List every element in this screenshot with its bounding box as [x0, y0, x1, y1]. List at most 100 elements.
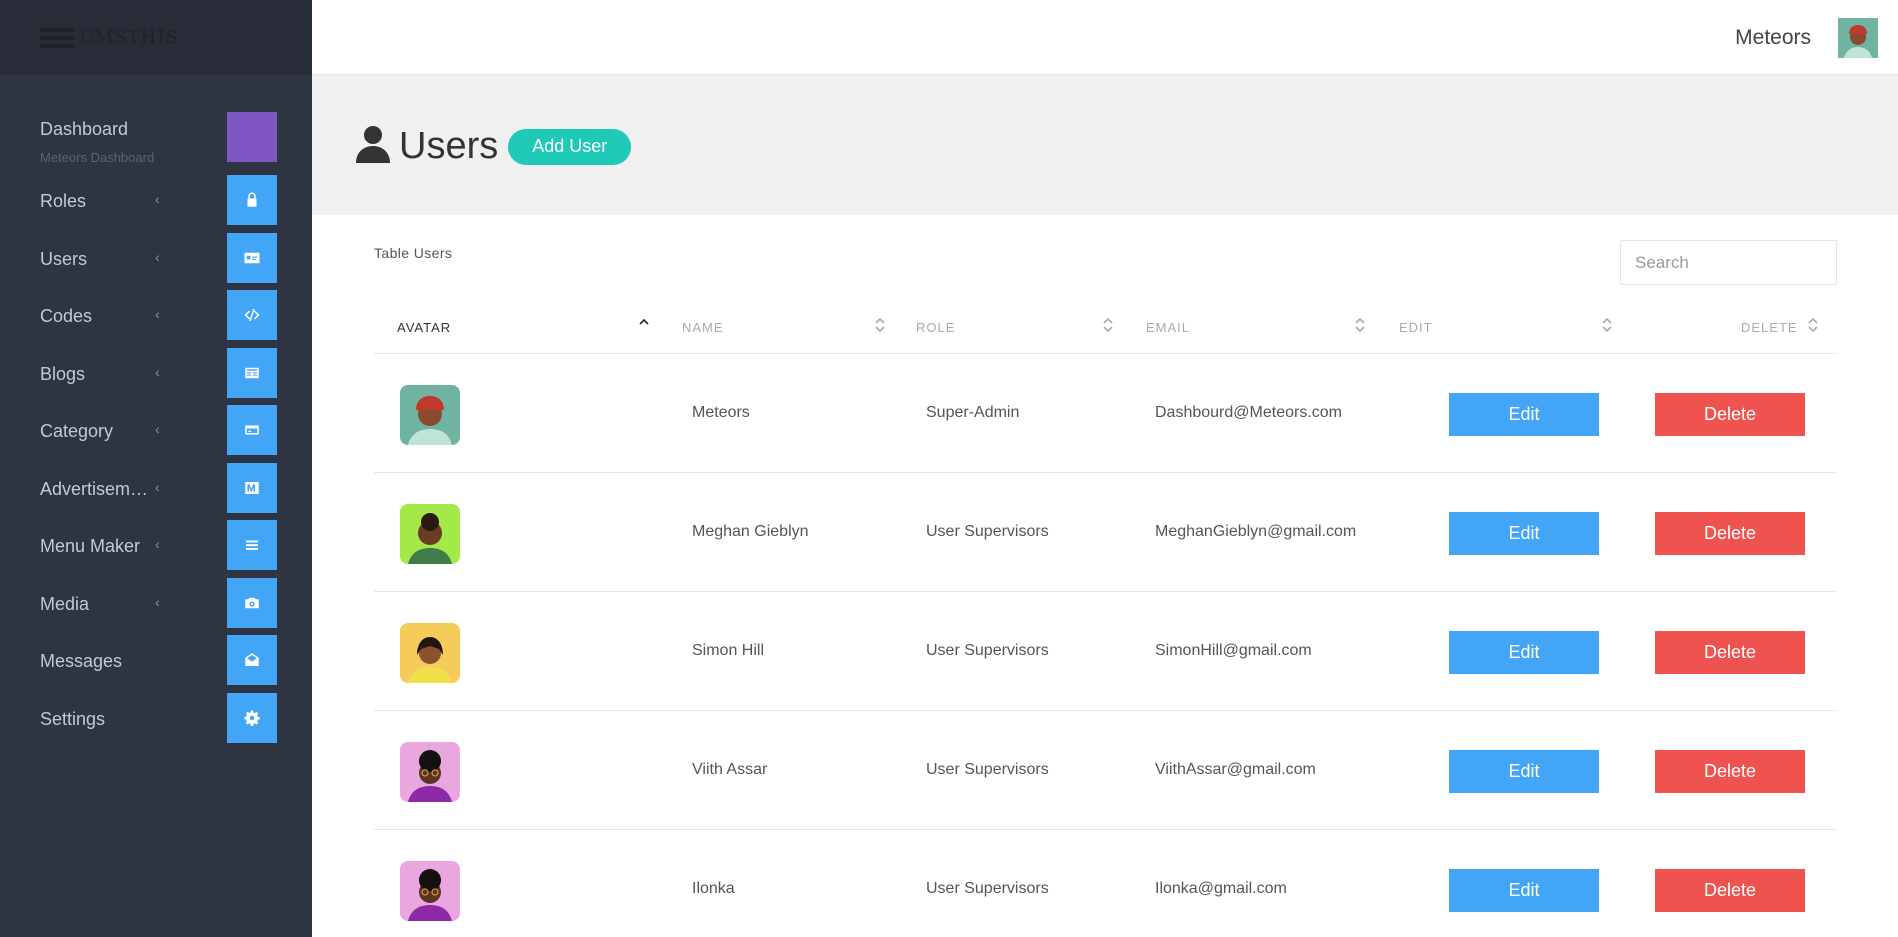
- user-email: SimonHill@gmail.com: [1155, 642, 1312, 659]
- chevron-left-icon: ‹: [155, 594, 160, 610]
- table-header: Avatar Name Role Email Edit Delete: [374, 310, 1837, 354]
- user-role: User Supervisors: [926, 523, 1049, 540]
- page-title-wrap: Users Add User: [356, 125, 632, 168]
- sidebar-item-settings[interactable]: Settings: [0, 693, 312, 743]
- chevron-left-icon: ‹: [155, 249, 160, 265]
- table-row: Ilonka User Supervisors Ilonka@gmail.com…: [374, 831, 1837, 937]
- delete-button[interactable]: Delete: [1655, 631, 1805, 674]
- user-icon: [356, 125, 390, 168]
- table-row: Meghan Gieblyn User Supervisors MeghanGi…: [374, 474, 1837, 592]
- sidebar-item-menu-maker[interactable]: Menu Maker ‹: [0, 520, 312, 570]
- delete-button[interactable]: Delete: [1655, 512, 1805, 555]
- envelope-icon: [227, 635, 277, 685]
- table-label: Table Users: [374, 245, 453, 261]
- delete-button[interactable]: Delete: [1655, 869, 1805, 912]
- sort-icon[interactable]: [1102, 316, 1114, 334]
- id-card-icon: [227, 233, 277, 283]
- chevron-left-icon: ‹: [155, 306, 160, 322]
- card-icon: [227, 405, 277, 455]
- sidebar-item-label: Messages: [40, 651, 123, 671]
- menu-icon: [227, 520, 277, 570]
- sidebar-item-label: Users: [40, 249, 88, 269]
- user-email: ViithAssar@gmail.com: [1155, 761, 1316, 778]
- avatar: [400, 385, 460, 445]
- avatar: [400, 623, 460, 683]
- column-header-edit[interactable]: Edit: [1399, 320, 1433, 335]
- sidebar-item-label: Blogs: [40, 364, 86, 384]
- gear-icon: [227, 693, 277, 743]
- chevron-left-icon: ‹: [155, 191, 160, 207]
- sidebar-item-label: Settings: [40, 709, 106, 729]
- delete-button[interactable]: Delete: [1655, 750, 1805, 793]
- sidebar-item-label: Category: [40, 421, 114, 441]
- sidebar-item-roles[interactable]: Roles ‹: [0, 175, 312, 225]
- edit-button[interactable]: Edit: [1449, 631, 1599, 674]
- avatar: [400, 742, 460, 802]
- sort-icon[interactable]: [874, 316, 886, 334]
- edit-button[interactable]: Edit: [1449, 393, 1599, 436]
- user-name: Ilonka: [692, 880, 735, 897]
- search-input[interactable]: [1620, 240, 1837, 285]
- lock-icon: [227, 175, 277, 225]
- sidebar-item-users[interactable]: Users ‹: [0, 233, 312, 283]
- sidebar-item-category[interactable]: Category ‹: [0, 405, 312, 455]
- chevron-left-icon: ‹: [155, 536, 160, 552]
- column-header-delete[interactable]: Delete: [1741, 320, 1798, 335]
- logo[interactable]: CMSTHIS: [40, 27, 179, 48]
- page-title: Users: [399, 125, 499, 167]
- page-header: Users Add User: [312, 75, 1898, 215]
- sidebar-item-label: Codes: [40, 306, 93, 326]
- user-role: User Supervisors: [926, 761, 1049, 778]
- sort-icon[interactable]: [1807, 316, 1819, 334]
- dashboard-icon: [227, 112, 277, 162]
- column-header-avatar[interactable]: Avatar: [397, 320, 451, 335]
- user-email: MeghanGieblyn@gmail.com: [1155, 523, 1357, 540]
- chevron-left-icon: ‹: [155, 421, 160, 437]
- camera-icon: [227, 578, 277, 628]
- user-role: Super-Admin: [926, 404, 1020, 421]
- table-row: Viith Assar User Supervisors ViithAssar@…: [374, 712, 1837, 830]
- sidebar-item-label: Roles: [40, 191, 87, 211]
- sidebar-item-messages[interactable]: Messages: [0, 635, 312, 685]
- app-root: CMSTHIS Dashboard Meteors Dashboard Role…: [0, 0, 1898, 937]
- edit-button[interactable]: Edit: [1449, 869, 1599, 912]
- sort-icon[interactable]: [1601, 316, 1613, 334]
- sidebar-item-label: Media: [40, 594, 90, 614]
- avatar: [400, 861, 460, 921]
- user-name: Viith Assar: [692, 761, 768, 778]
- logo-text: CMSTHIS: [80, 27, 179, 48]
- current-user-name[interactable]: Meteors: [1735, 26, 1811, 50]
- chevron-left-icon: ‹: [155, 479, 160, 495]
- chevron-left-icon: ‹: [155, 364, 160, 380]
- medium-icon: [227, 463, 277, 513]
- logo-mark-icon: [40, 27, 74, 48]
- avatar: [400, 504, 460, 564]
- sidebar-item-codes[interactable]: Codes ‹: [0, 290, 312, 340]
- edit-button[interactable]: Edit: [1449, 512, 1599, 555]
- sidebar-item-label: Advertisements: [40, 479, 158, 499]
- sidebar-item-label: Menu Maker: [40, 536, 141, 556]
- sidebar-item-blogs[interactable]: Blogs ‹: [0, 348, 312, 398]
- sort-icon[interactable]: [1354, 316, 1366, 334]
- user-name: Meghan Gieblyn: [692, 523, 809, 540]
- user-name: Meteors: [692, 404, 750, 421]
- logo-bar: CMSTHIS: [0, 0, 312, 75]
- user-avatar[interactable]: [1838, 18, 1878, 58]
- table-row: Simon Hill User Supervisors SimonHill@gm…: [374, 593, 1837, 711]
- sidebar-item-advertisements[interactable]: Advertisements ‹: [0, 463, 312, 513]
- topbar: Meteors: [312, 0, 1898, 75]
- sidebar-item-media[interactable]: Media ‹: [0, 578, 312, 628]
- edit-button[interactable]: Edit: [1449, 750, 1599, 793]
- column-header-email[interactable]: Email: [1146, 320, 1190, 335]
- user-role: User Supervisors: [926, 642, 1049, 659]
- user-email: Ilonka@gmail.com: [1155, 880, 1287, 897]
- add-user-button[interactable]: Add User: [508, 128, 632, 165]
- delete-button[interactable]: Delete: [1655, 393, 1805, 436]
- sidebar-item-dashboard[interactable]: Dashboard Meteors Dashboard: [0, 112, 312, 165]
- column-header-role[interactable]: Role: [916, 320, 955, 335]
- column-header-name[interactable]: Name: [682, 320, 724, 335]
- user-email: Dashbourd@Meteors.com: [1155, 404, 1342, 421]
- sort-asc-icon[interactable]: [638, 316, 650, 334]
- table-row: Meteors Super-Admin Dashbourd@Meteors.co…: [374, 355, 1837, 473]
- sidebar-item-label: Dashboard: [40, 119, 129, 139]
